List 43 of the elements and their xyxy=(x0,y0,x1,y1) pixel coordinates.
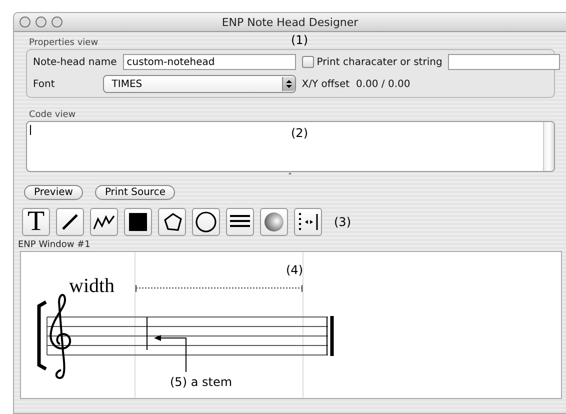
tool-button[interactable] xyxy=(90,208,118,236)
checkbox[interactable] xyxy=(302,56,314,68)
sphere-icon xyxy=(264,212,284,232)
font-dropdown[interactable]: TIMES xyxy=(102,75,296,93)
annotation: (2) xyxy=(291,126,308,140)
stem-line xyxy=(146,316,148,350)
splitter-handle[interactable]: ˆ xyxy=(288,173,292,183)
zigzag-icon xyxy=(93,214,115,230)
circle-icon xyxy=(195,211,217,233)
width-label: width xyxy=(69,275,115,297)
tool-button[interactable] xyxy=(294,208,322,236)
offset-label: X/Y offset 0.00 / 0.00 xyxy=(302,78,412,90)
section-title: Code view xyxy=(29,110,76,120)
filled-square-icon xyxy=(129,213,147,231)
section-title: ENP Window #1 xyxy=(18,240,92,250)
window-buttons-icon[interactable] xyxy=(19,16,63,28)
annotation: (5) a stem xyxy=(170,375,232,389)
name-field[interactable]: custom-notehead xyxy=(122,54,296,70)
annotation: (3) xyxy=(334,215,351,229)
checkbox-label: Print characater or string xyxy=(316,56,442,68)
pill-button[interactable]: Preview xyxy=(24,185,83,200)
leader-arrow xyxy=(154,335,186,372)
string-field[interactable] xyxy=(448,54,560,70)
pentagon-icon xyxy=(162,213,182,231)
window-title: ENP Note Head Designer xyxy=(222,16,358,28)
tool-button[interactable] xyxy=(124,208,152,236)
text-cursor xyxy=(30,125,31,135)
spacing-icon xyxy=(297,212,319,232)
tool-button[interactable] xyxy=(192,208,220,236)
section-title: Properties view xyxy=(29,38,98,48)
field-label: Note-head name xyxy=(33,56,117,68)
pill-button[interactable]: Print Source xyxy=(94,185,176,200)
line-icon xyxy=(61,213,79,231)
tool-button[interactable] xyxy=(226,208,254,236)
annotation: (1) xyxy=(291,33,308,47)
code-editor[interactable] xyxy=(26,121,555,172)
horizontal-lines-icon xyxy=(230,214,250,230)
tool-button[interactable]: T xyxy=(22,208,50,236)
stepper-icon xyxy=(282,77,295,91)
annotation: (4) xyxy=(286,263,303,277)
tool-button[interactable] xyxy=(56,208,84,236)
scrollbar[interactable] xyxy=(543,122,554,171)
tool-button[interactable] xyxy=(158,208,186,236)
